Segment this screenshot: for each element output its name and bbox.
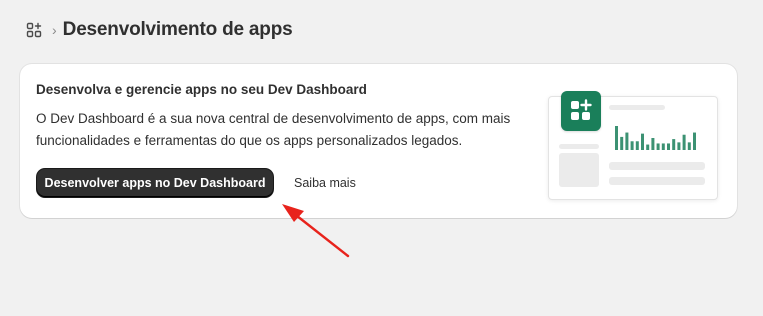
dev-dashboard-card: Desenvolva e gerencie apps no seu Dev Da… (20, 64, 737, 218)
illustration-chart-bar (615, 126, 618, 150)
illustration-sidebar-line (559, 144, 599, 149)
illustration-chart-bar (667, 143, 670, 150)
illustration-chart-bar (693, 132, 696, 150)
illustration-chart-bar (620, 136, 624, 150)
page-title: Desenvolvimento de apps (62, 19, 293, 40)
illustration-chart-bar (687, 142, 691, 150)
illustration-content-line (609, 177, 705, 185)
illustration-chart-bar (661, 143, 665, 150)
chevron-right-icon: › (52, 22, 57, 38)
apps-icon[interactable] (26, 22, 42, 38)
illustration-chart-bar (646, 144, 650, 150)
develop-apps-button[interactable]: Desenvolver apps no Dev Dashboard (37, 169, 273, 197)
illustration-chart-bar (677, 142, 681, 150)
illustration-chart-bar (672, 139, 676, 150)
card-description: O Dev Dashboard é a sua nova central de … (36, 111, 511, 148)
card-title: Desenvolva e gerencie apps no seu Dev Da… (36, 82, 367, 97)
illustration-chart-bar (656, 143, 660, 150)
illustration-chart-bar (635, 141, 639, 150)
illustration-header-line (609, 105, 665, 110)
illustration-chart-bar (682, 134, 686, 150)
breadcrumb: › Desenvolvimento de apps (26, 17, 293, 43)
illustration-chart-bar (641, 133, 644, 150)
annotation-arrow-icon (282, 204, 350, 258)
apps-logo-icon (561, 91, 601, 131)
illustration-sidebar-block (559, 153, 599, 187)
illustration-content-line (609, 162, 705, 170)
illustration-bar-chart (615, 126, 696, 150)
illustration-chart-bar (630, 141, 634, 150)
illustration-chart-bar (651, 138, 655, 150)
illustration-chart-bar (625, 132, 629, 150)
dashboard-illustration (548, 91, 718, 200)
